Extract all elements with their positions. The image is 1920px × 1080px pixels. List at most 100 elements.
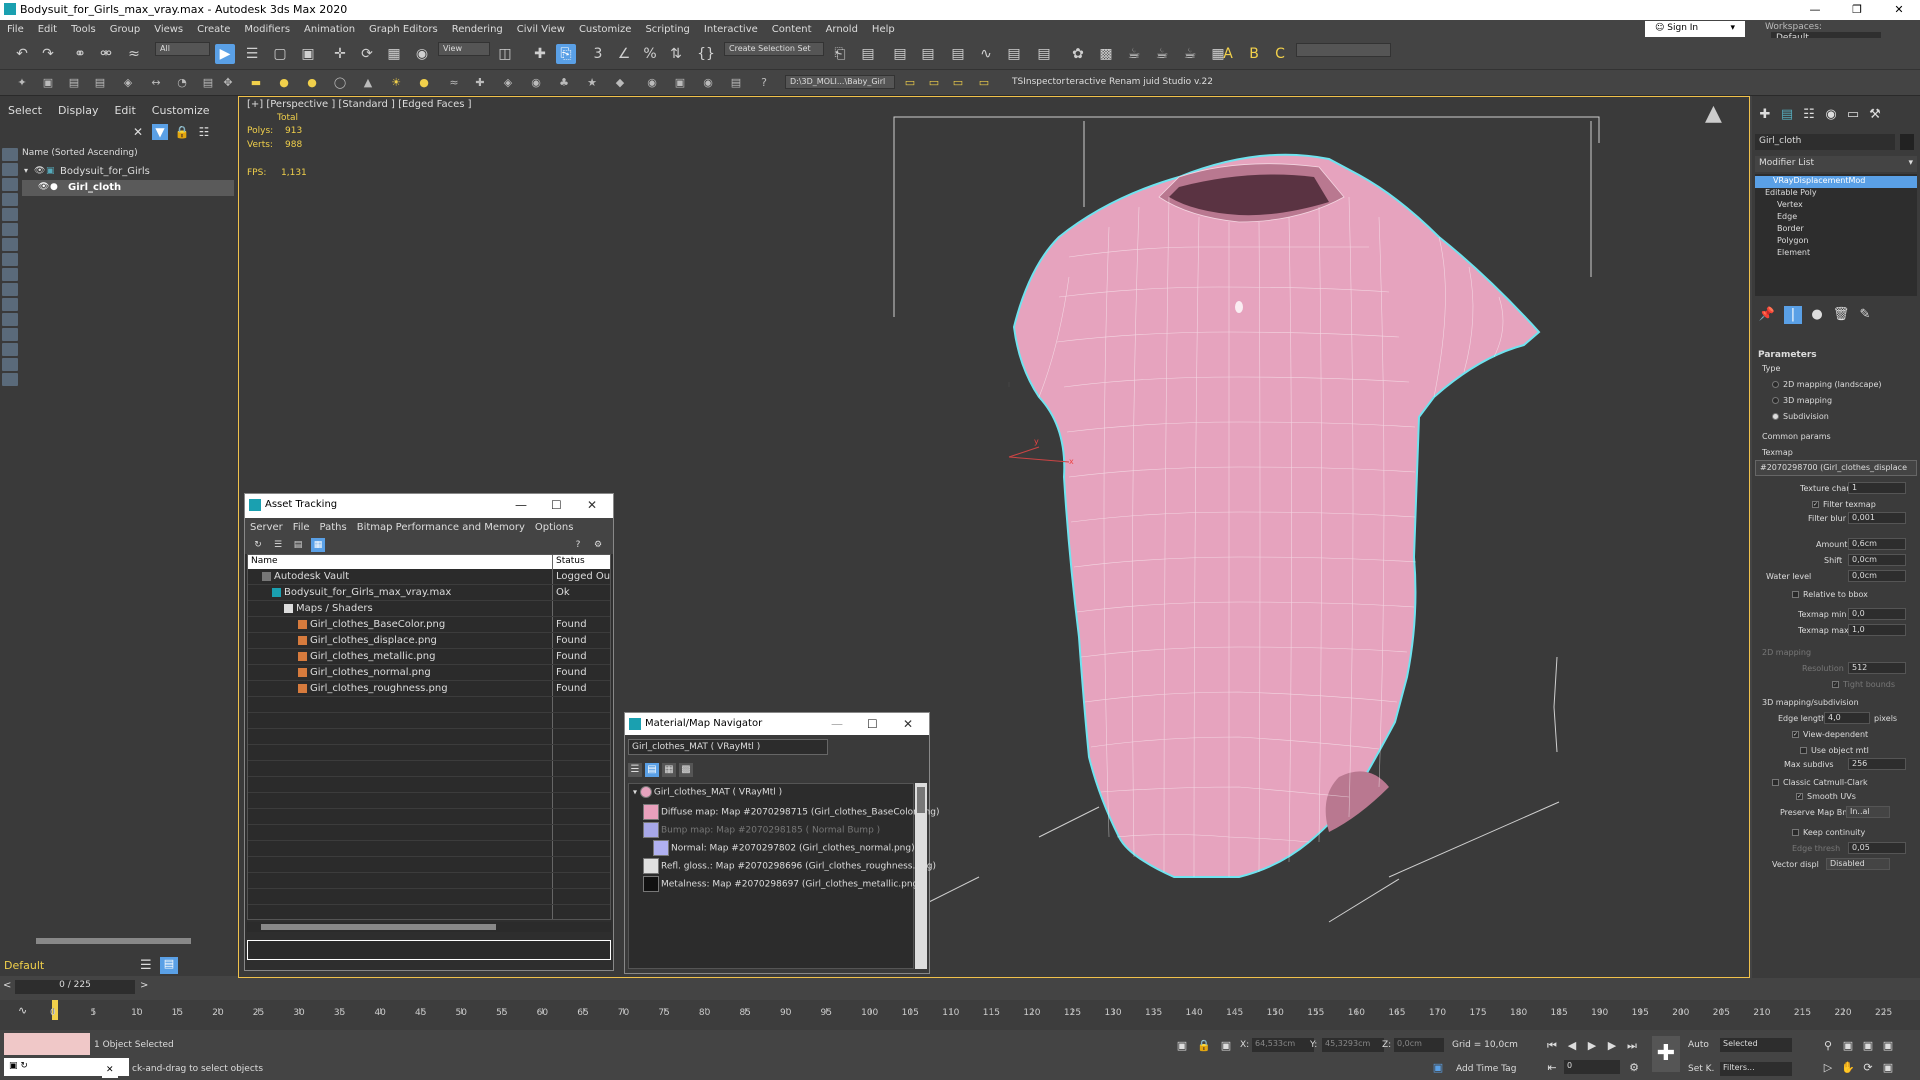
eye-icon[interactable]: 👁 [38, 182, 49, 192]
tree-root[interactable]: ▾ Girl_clothes_MAT ( VRayMtl ) [633, 786, 782, 803]
asset-row[interactable]: Girl_clothes_BaseColor.png Found [248, 617, 610, 633]
align-icon[interactable]: ▤ [858, 44, 878, 64]
tab-select[interactable]: Select [0, 104, 50, 117]
edge-length-spinner[interactable]: 4,0 [1824, 712, 1870, 724]
menu-graph-editors[interactable]: Graph Editors [362, 24, 445, 35]
render-iterative-icon[interactable]: ☕ [1180, 44, 1200, 64]
list-icon[interactable]: ☰ [271, 538, 285, 552]
close-icon[interactable]: ✕ [106, 1065, 114, 1075]
layer-toggle-icon[interactable]: ▤ [160, 957, 178, 974]
radio-subdivision[interactable]: Subdivision [1772, 412, 1829, 421]
stack-item-editable-poly[interactable]: Editable Poly [1755, 188, 1917, 200]
set-key-icon[interactable]: ✚ [1652, 1036, 1680, 1072]
tool-icon-2[interactable]: ▣ [40, 75, 56, 91]
filter-xrefs-icon[interactable] [2, 253, 18, 266]
asset-row[interactable]: Bodysuit_for_Girls_max_vray.max Ok [248, 585, 610, 601]
layers-icon[interactable]: ☰ [140, 958, 152, 973]
project-path-dropdown[interactable]: D:\3D_MOLI...\Baby_Girl [785, 75, 895, 89]
filter-none-icon[interactable] [2, 343, 18, 356]
filters-button[interactable]: Filters... [1720, 1062, 1792, 1076]
vertical-scrollbar[interactable] [915, 783, 927, 969]
tool-icon-4[interactable]: ▤ [92, 75, 108, 91]
snap-toggle-icon[interactable]: 3 [588, 44, 608, 64]
maximize-button[interactable]: ☐ [867, 717, 878, 731]
modify-tab-icon[interactable]: ▤ [1778, 106, 1796, 124]
filter-cameras-icon[interactable] [2, 193, 18, 206]
tool-icon-18[interactable]: ✚ [472, 75, 488, 91]
asset-row[interactable]: Girl_clothes_roughness.png Found [248, 681, 610, 697]
curve-editor-mini-icon[interactable]: ∿ [18, 1004, 27, 1017]
scale-icon[interactable]: ▦ [384, 44, 404, 64]
radio-2d-mapping[interactable]: 2D mapping (landscape) [1772, 380, 1882, 389]
material-navigator-titlebar[interactable]: Material/Map Navigator — ☐ ✕ [625, 713, 929, 735]
zoom-all-icon[interactable]: ▣ [1840, 1038, 1856, 1054]
menu-help[interactable]: Help [865, 24, 902, 35]
settings-icon[interactable]: ⚙ [591, 538, 605, 552]
maximize-button[interactable]: ☐ [551, 498, 562, 512]
keyboard-shortcut-override-icon[interactable]: ⎘ [556, 44, 576, 64]
undo-icon[interactable]: ↶ [12, 44, 32, 64]
stack-item-border[interactable]: Border [1755, 224, 1917, 236]
minimize-button[interactable]: — [515, 498, 527, 512]
tool-icon-23[interactable]: ◆ [612, 75, 628, 91]
zoom-extents-all-icon[interactable]: ▣ [1880, 1038, 1896, 1054]
sign-in-dropdown[interactable]: ☺ Sign In ▾ [1645, 21, 1745, 37]
filter-texmap-checkbox[interactable]: ✓ Filter texmap [1812, 500, 1876, 509]
filter-groups-icon[interactable] [2, 238, 18, 251]
texmap-max-spinner[interactable]: 1,0 [1848, 624, 1906, 636]
help-icon[interactable]: ? [756, 75, 772, 91]
renamer-button[interactable]: teractive Renam juid Studio v.22 [1066, 77, 1213, 87]
edge-thresh-spinner[interactable]: 0,05 [1848, 842, 1906, 854]
eye-icon[interactable]: 👁 [34, 166, 45, 176]
menu-content[interactable]: Content [765, 24, 819, 35]
dope-sheet-icon[interactable]: ▤ [1004, 44, 1024, 64]
add-time-tag[interactable]: Add Time Tag [1456, 1064, 1516, 1074]
bind-space-warp-icon[interactable]: ≈ [124, 44, 144, 64]
remove-modifier-icon[interactable]: 🗑 [1832, 306, 1850, 324]
reference-coordinate-dropdown[interactable]: View [438, 42, 490, 56]
use-object-mtl-checkbox[interactable]: Use object mtl [1800, 746, 1869, 755]
zoom-extents-icon[interactable]: ▣ [1860, 1038, 1876, 1054]
tool-icon-9[interactable]: ✥ [220, 75, 236, 91]
object-name-field[interactable]: Girl_cloth [1755, 134, 1895, 150]
filter-extra-icon[interactable] [2, 373, 18, 386]
column-name[interactable]: Name [251, 556, 278, 566]
tool-icon-16[interactable]: ● [416, 75, 432, 91]
column-status[interactable]: Status [556, 556, 585, 566]
maximize-viewport-icon[interactable]: ▣ [1880, 1060, 1896, 1076]
configure-sets-icon[interactable]: ✎ [1856, 306, 1874, 324]
tsinspector-button[interactable]: TSInspector [1012, 77, 1065, 87]
text-b-icon[interactable]: B [1244, 44, 1264, 64]
tool-icon-5[interactable]: ◈ [120, 75, 136, 91]
filter-all-icon[interactable] [2, 328, 18, 341]
menu-bitmap-performance[interactable]: Bitmap Performance and Memory [352, 522, 530, 533]
tool-icon-22[interactable]: ★ [584, 75, 600, 91]
refresh-icon[interactable]: ↻ [251, 538, 265, 552]
scene-explorer-icon[interactable]: ▤ [890, 44, 910, 64]
menu-group[interactable]: Group [103, 24, 147, 35]
map-item-normal[interactable]: Normal: Map #2070297802 (Girl_clothes_no… [653, 840, 915, 857]
render-production-icon[interactable]: ☕ [1152, 44, 1172, 64]
orbit-icon[interactable]: ⟳ [1860, 1060, 1876, 1076]
sort-header[interactable]: Name (Sorted Ascending) [22, 148, 234, 162]
horizontal-scrollbar[interactable] [247, 922, 611, 932]
menu-customize[interactable]: Customize [572, 24, 639, 35]
x-coordinate[interactable]: 64,533cm [1252, 1038, 1314, 1052]
texmap-min-spinner[interactable]: 0,0 [1848, 608, 1906, 620]
stack-item-vraydisplacementmod[interactable]: VRayDisplacementMod [1755, 176, 1917, 188]
material-name-field[interactable]: Girl_clothes_MAT ( VRayMtl ) [628, 739, 828, 755]
timeline[interactable]: ∿ 0 5 10 15 20 25 30 35 40 45 50 55 60 65 70 75 80 85 90 95… [0, 1000, 1920, 1030]
show-end-result-icon[interactable]: | [1784, 306, 1802, 324]
menu-civil-view[interactable]: Civil View [510, 24, 572, 35]
absolute-mode-icon[interactable]: ▣ [1218, 1038, 1234, 1054]
menu-paths[interactable]: Paths [315, 522, 352, 533]
tool-icon-7[interactable]: ◔ [174, 75, 190, 91]
redo-icon[interactable]: ↷ [38, 44, 58, 64]
water-level-spinner[interactable]: 0,0cm [1848, 570, 1906, 582]
prev-frame-icon[interactable]: < [3, 980, 11, 991]
tool-icon-21[interactable]: ♣ [556, 75, 572, 91]
filter-lights-icon[interactable] [2, 178, 18, 191]
spinner-snap-icon[interactable]: ⇅ [666, 44, 686, 64]
menu-rendering[interactable]: Rendering [445, 24, 510, 35]
folder-icon-3[interactable]: ▭ [950, 75, 966, 91]
